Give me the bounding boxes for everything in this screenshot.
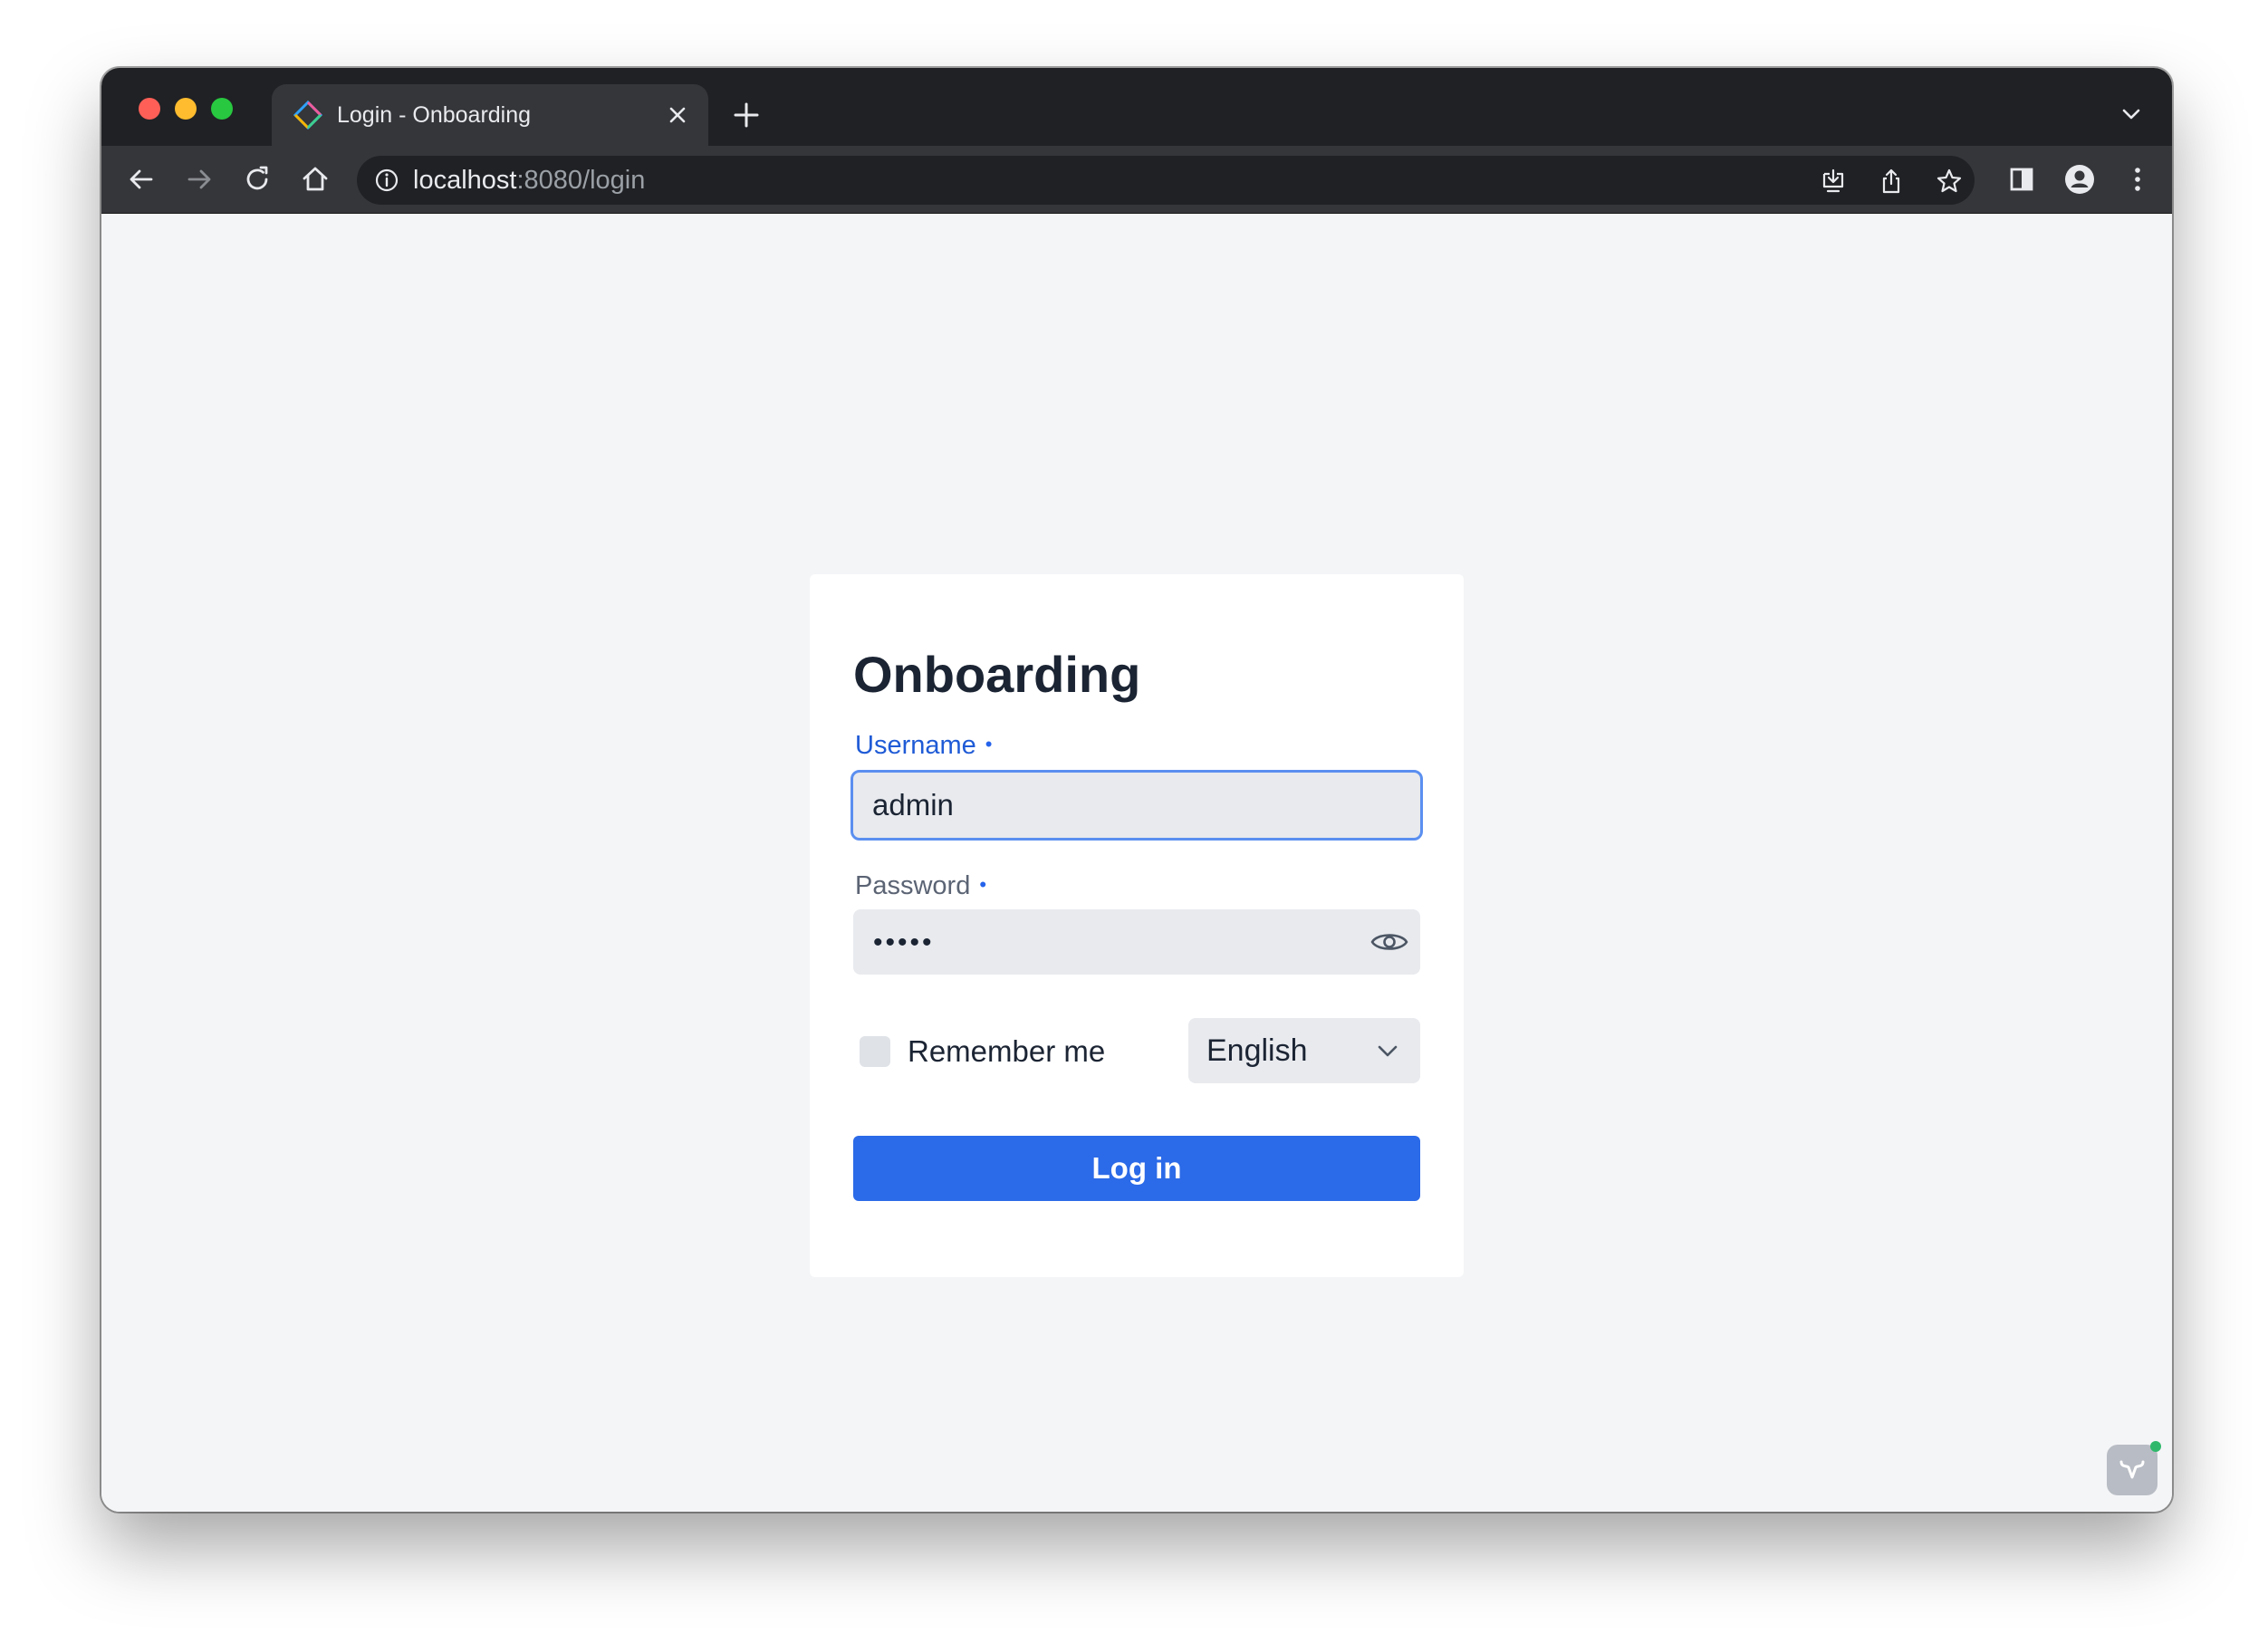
required-indicator: • <box>979 873 987 896</box>
window-close-button[interactable] <box>139 98 160 120</box>
show-password-eye-icon[interactable] <box>1369 926 1409 958</box>
window-minimize-button[interactable] <box>175 98 197 120</box>
remember-me-label[interactable]: Remember me <box>908 1033 1105 1070</box>
address-bar[interactable]: localhost:8080/login <box>357 156 1975 205</box>
window-zoom-button[interactable] <box>211 98 233 120</box>
home-icon[interactable] <box>299 163 332 196</box>
password-input[interactable]: ••••• <box>853 909 1420 975</box>
tab-title: Login - Onboarding <box>337 102 532 128</box>
password-value: ••••• <box>873 927 935 957</box>
bookmark-star-icon[interactable] <box>1935 167 1964 196</box>
password-label-text: Password <box>855 871 971 900</box>
chevron-down-icon[interactable] <box>2118 101 2145 128</box>
username-label-text: Username <box>855 731 976 760</box>
login-card: Onboarding Username • admin Password • •••… <box>810 574 1464 1277</box>
profile-avatar-icon[interactable] <box>2063 163 2096 196</box>
side-panel-icon[interactable] <box>2005 163 2038 196</box>
login-button[interactable]: Log in <box>853 1136 1420 1201</box>
password-label: Password • <box>855 869 986 902</box>
url-host: localhost <box>413 166 517 195</box>
remember-me-checkbox[interactable] <box>860 1036 890 1067</box>
new-tab-icon[interactable] <box>730 99 763 131</box>
language-select[interactable]: English <box>1188 1018 1420 1083</box>
browser-window: Login - Onboarding localhost:8080/login … <box>101 68 2172 1512</box>
close-tab-icon[interactable] <box>661 99 694 131</box>
site-info-icon[interactable] <box>373 167 400 194</box>
install-app-icon[interactable] <box>1819 167 1848 196</box>
browser-tab-active[interactable]: Login - Onboarding <box>272 84 708 146</box>
vaadin-devtools-icon <box>2119 1460 2145 1479</box>
back-arrow-icon[interactable] <box>125 163 158 196</box>
browser-toolbar: localhost:8080/login <box>101 146 2172 214</box>
language-selected-value: English <box>1206 1033 1308 1068</box>
url-path: :8080/login <box>516 166 646 195</box>
address-url: localhost:8080/login <box>413 166 645 195</box>
username-value: admin <box>872 788 954 822</box>
required-indicator: • <box>985 733 993 755</box>
share-icon[interactable] <box>1877 167 1906 196</box>
username-label: Username • <box>855 728 992 762</box>
dev-tools-badge[interactable] <box>2107 1441 2161 1495</box>
username-input[interactable]: admin <box>850 770 1423 841</box>
page-title: Onboarding <box>853 646 1141 703</box>
status-dot <box>2150 1441 2161 1452</box>
forward-arrow-icon[interactable] <box>183 163 216 196</box>
more-menu-icon[interactable] <box>2121 163 2154 196</box>
chevron-down-icon <box>1378 1045 1398 1057</box>
reload-icon[interactable] <box>241 163 274 196</box>
vaadin-logo-icon <box>293 100 323 130</box>
page-viewport: Onboarding Username • admin Password • •••… <box>101 214 2172 1512</box>
tab-strip: Login - Onboarding <box>101 68 2172 146</box>
